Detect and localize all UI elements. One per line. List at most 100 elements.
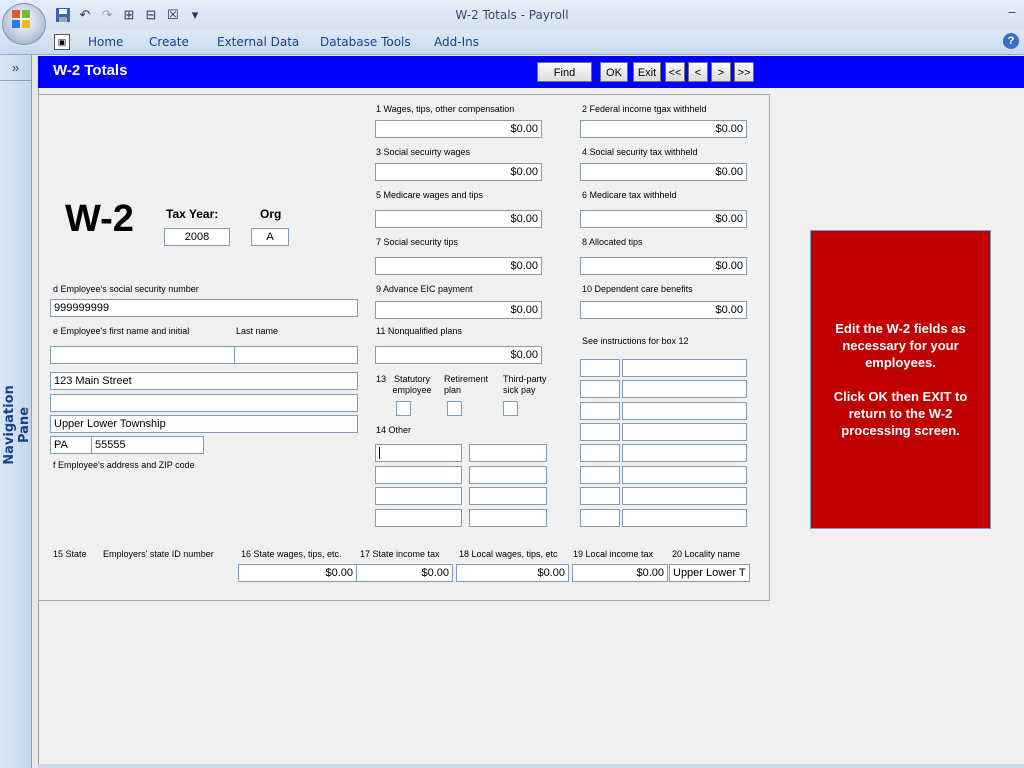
statutory-employee-checkbox[interactable] [396,401,411,416]
box2-label: 2 Federal income tgax withheld [582,104,707,114]
box12-code-field-7[interactable] [580,487,620,505]
box11-field[interactable]: $0.00 [375,346,542,364]
box14-amount-field-4[interactable] [469,509,547,527]
find-button[interactable]: Find [537,62,592,82]
box14-amount-field-3[interactable] [469,487,547,505]
address-label: f Employee's address and ZIP code [53,460,195,470]
instruction-note-text: Edit the W-2 fields as necessary for you… [833,321,968,438]
first-name-field[interactable] [50,346,235,364]
box12-code-field-6[interactable] [580,466,620,484]
tab-add-ins[interactable]: Add-Ins [434,35,479,49]
first-record-button[interactable]: << [665,62,685,82]
box14-code-field-3[interactable] [375,487,462,505]
box7-field[interactable]: $0.00 [375,257,542,275]
state-field[interactable]: PA [50,436,92,454]
box17-label: 17 State income tax [360,549,440,559]
box16-field[interactable]: $0.00 [238,564,357,582]
address2-field[interactable] [50,394,358,412]
box12-label: See instructions for box 12 [582,336,689,346]
last-name-field[interactable] [234,346,358,364]
box10-label: 10 Dependent care benefits [582,284,693,294]
tax-year-label: Tax Year: [166,207,219,221]
box12-amount-field-8[interactable] [622,509,747,527]
employer-state-id-label: Employers' state ID number [103,549,214,559]
first-name-label: e Employee's first name and initial [53,326,190,336]
box14-code-field-1[interactable] [375,444,462,462]
box19-label: 19 Local income tax [573,549,654,559]
last-record-button[interactable]: >> [734,62,754,82]
box6-field[interactable]: $0.00 [580,210,747,228]
box12-amount-field-4[interactable] [622,423,747,441]
org-field[interactable]: A [251,228,289,246]
statutory-employee-label: Statutory employee [392,374,432,395]
box14-code-field-2[interactable] [375,466,462,484]
box13-label: 13 [376,374,387,384]
box12-code-field-8[interactable] [580,509,620,527]
retirement-plan-label: Retirement plan [444,374,489,395]
box12-code-field-1[interactable] [580,359,620,377]
window-title: W-2 Totals - Payroll [455,8,569,22]
next-record-button[interactable]: > [711,62,731,82]
address1-field[interactable]: 123 Main Street [50,372,358,390]
box12-amount-field-5[interactable] [622,444,747,462]
ssn-label: d Employee's social security number [53,284,199,294]
box12-amount-field-2[interactable] [622,380,747,398]
form-header [38,56,1024,88]
minimize-button[interactable]: – [1004,4,1020,20]
box12-code-field-4[interactable] [580,423,620,441]
exit-button[interactable]: Exit [633,62,661,82]
tax-year-field[interactable]: 2008 [164,228,230,246]
ssn-field[interactable]: 999999999 [50,299,358,317]
tab-home[interactable]: Home [88,35,123,49]
tab-external-data[interactable]: External Data [217,35,299,49]
help-icon[interactable]: ? [1003,33,1019,49]
box12-code-field-2[interactable] [580,380,620,398]
box5-field[interactable]: $0.00 [375,210,542,228]
box1-label: 1 Wages, tips, other compensation [376,104,515,114]
retirement-plan-checkbox[interactable] [447,401,462,416]
box18-label: 18 Local wages, tips, etc [459,549,558,559]
box9-label: 9 Advance EIC payment [376,284,473,294]
box8-field[interactable]: $0.00 [580,257,747,275]
nav-pane-label[interactable]: Navigation Pane [2,370,32,480]
ok-button[interactable]: OK [600,62,628,82]
box20-field[interactable]: Upper Lower T [669,564,750,582]
last-name-label: Last name [236,326,279,336]
zip-field[interactable]: 55555 [91,436,204,454]
box12-amount-field-7[interactable] [622,487,747,505]
box4-field[interactable]: $0.00 [580,163,747,181]
box5-label: 5 Medicare wages and tips [376,190,484,200]
box12-amount-field-1[interactable] [622,359,747,377]
ribbon-app-icon[interactable]: ▣ [54,34,70,50]
box12-amount-field-3[interactable] [622,402,747,420]
box3-label: 3 Social secuirty wages [376,147,471,157]
tab-create[interactable]: Create [149,35,189,49]
org-label: Org [260,207,282,221]
box1-field[interactable]: $0.00 [375,120,542,138]
previous-record-button[interactable]: < [688,62,708,82]
box7-label: 7 Social security tips [376,237,459,247]
box10-field[interactable]: $0.00 [580,301,747,319]
status-bar [38,764,1024,768]
box14-code-field-4[interactable] [375,509,462,527]
box12-code-field-5[interactable] [580,444,620,462]
nav-pane-toggle-button[interactable]: » [0,56,31,81]
third-party-sick-pay-checkbox[interactable] [503,401,518,416]
box12-code-field-3[interactable] [580,402,620,420]
box19-field[interactable]: $0.00 [572,564,668,582]
box14-amount-field-1[interactable] [469,444,547,462]
box12-amount-field-6[interactable] [622,466,747,484]
third-party-sick-pay-label: Third-party sick pay [503,374,547,395]
box15-label: 15 State [53,549,87,559]
box3-field[interactable]: $0.00 [375,163,542,181]
box17-field[interactable]: $0.00 [356,564,453,582]
box14-amount-field-2[interactable] [469,466,547,484]
tab-database-tools[interactable]: Database Tools [320,35,411,49]
box2-field[interactable]: $0.00 [580,120,747,138]
box6-label: 6 Medicare tax withheld [582,190,677,200]
box20-label: 20 Locality name [672,549,741,559]
box9-field[interactable]: $0.00 [375,301,542,319]
box18-field[interactable]: $0.00 [456,564,569,582]
form-title: W-2 Totals [53,62,128,79]
city-field[interactable]: Upper Lower Township [50,415,358,433]
